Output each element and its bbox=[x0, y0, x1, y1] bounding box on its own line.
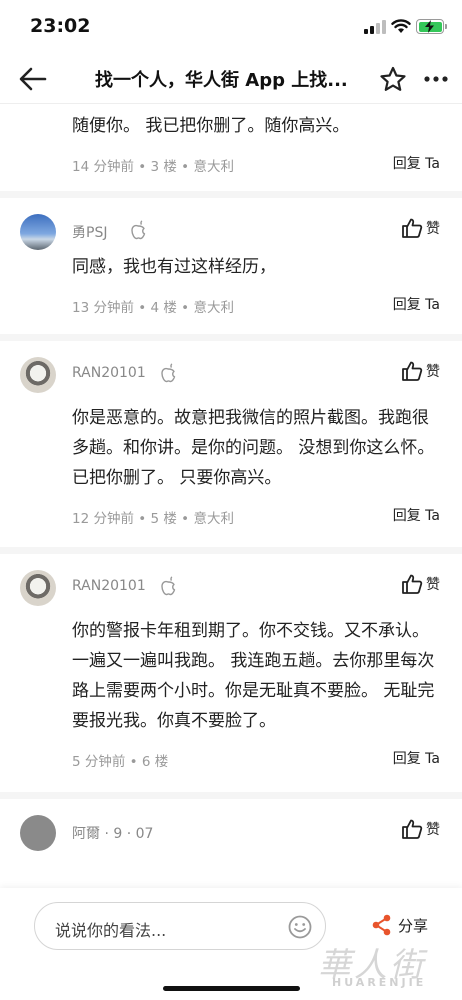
comment-input[interactable]: 说说你的看法... bbox=[34, 902, 326, 950]
like-label: 赞 bbox=[426, 577, 440, 593]
username[interactable]: RAN20101 bbox=[72, 365, 146, 381]
username[interactable]: 阿爾 · 9 · 07 bbox=[72, 823, 153, 843]
share-label: 分享 bbox=[398, 916, 429, 935]
reply-button[interactable]: 回复 Ta bbox=[393, 748, 440, 768]
like-button[interactable]: 赞 bbox=[401, 819, 440, 839]
comment-meta: 12 分钟前 • 5 楼 • 意大利 bbox=[72, 511, 234, 527]
comment-item: 勇PSJ 赞 同感，我也有过这样经历， 13 分钟前 • 4 楼 • 意大利 回… bbox=[0, 198, 462, 341]
apple-device-icon bbox=[161, 576, 176, 596]
share-button[interactable]: 分享 bbox=[372, 914, 428, 936]
comment-item: 随便你。 我已把你删了。随你高兴。 14 分钟前 • 3 楼 • 意大利 回复 … bbox=[0, 105, 462, 198]
avatar[interactable] bbox=[20, 570, 56, 606]
watermark-sub: HUARENJIE bbox=[332, 976, 427, 989]
more-options-icon[interactable] bbox=[422, 66, 450, 92]
avatar[interactable] bbox=[20, 815, 56, 851]
comment-meta: 13 分钟前 • 4 楼 • 意大利 bbox=[72, 300, 234, 316]
like-button[interactable]: 赞 bbox=[401, 574, 440, 594]
comment-text: 随便你。 我已把你删了。随你高兴。 bbox=[72, 116, 350, 136]
comment-item: 阿爾 · 9 · 07 赞 bbox=[0, 799, 462, 853]
comment-composer-bar: 说说你的看法... 分享 華人街 HUARENJIE bbox=[0, 888, 462, 1000]
apple-device-icon bbox=[161, 363, 176, 383]
charging-bolt-icon bbox=[425, 20, 434, 33]
username[interactable]: 勇PSJ bbox=[72, 222, 107, 242]
comment-text: 同感，我也有过这样经历， bbox=[72, 257, 276, 277]
status-bar: 23:02 bbox=[0, 0, 462, 54]
like-button[interactable]: 赞 bbox=[401, 218, 440, 238]
home-indicator[interactable] bbox=[163, 986, 300, 991]
like-label: 赞 bbox=[426, 822, 440, 838]
like-label: 赞 bbox=[426, 221, 440, 237]
battery-cap bbox=[445, 24, 447, 29]
like-label: 赞 bbox=[426, 364, 440, 380]
page-title: 找一个人，华人街 App 上找... bbox=[95, 70, 348, 91]
comment-meta: 5 分钟前 • 6 楼 bbox=[72, 754, 169, 770]
emoji-icon[interactable] bbox=[287, 914, 313, 940]
reply-button[interactable]: 回复 Ta bbox=[393, 294, 440, 314]
comment-text: 你是恶意的。故意把我微信的照片截图。我跑很多趟。和你讲。是你的问题。 没想到你这… bbox=[72, 408, 435, 488]
cellular-signal-icon bbox=[364, 20, 386, 34]
apple-device-icon bbox=[131, 220, 146, 240]
thumbs-up-icon bbox=[402, 361, 423, 381]
reply-button[interactable]: 回复 Ta bbox=[393, 505, 440, 525]
avatar[interactable] bbox=[20, 214, 56, 250]
watermark-logo: 華人街 HUARENJIE bbox=[318, 938, 448, 989]
navigation-bar: 找一个人，华人街 App 上找... bbox=[0, 54, 462, 104]
thumbs-up-icon bbox=[402, 574, 423, 594]
comment-feed: 随便你。 我已把你删了。随你高兴。 14 分钟前 • 3 楼 • 意大利 回复 … bbox=[0, 105, 462, 853]
comment-input-placeholder: 说说你的看法... bbox=[55, 921, 167, 940]
username[interactable]: RAN20101 bbox=[72, 578, 146, 594]
reply-button[interactable]: 回复 Ta bbox=[393, 153, 440, 173]
comment-meta: 14 分钟前 • 3 楼 • 意大利 bbox=[72, 159, 234, 175]
wifi-icon bbox=[391, 19, 411, 33]
like-button[interactable]: 赞 bbox=[401, 361, 440, 381]
status-time: 23:02 bbox=[30, 15, 91, 37]
comment-item: RAN20101 赞 你的警报卡年租到期了。你不交钱。又不承认。一遍又一遍叫我跑… bbox=[0, 554, 462, 799]
share-icon bbox=[372, 914, 391, 936]
thumbs-up-icon bbox=[402, 819, 423, 839]
avatar[interactable] bbox=[20, 357, 56, 393]
thumbs-up-icon bbox=[402, 218, 423, 238]
comment-text: 你的警报卡年租到期了。你不交钱。又不承认。一遍又一遍叫我跑。 我连跑五趟。去你那… bbox=[72, 621, 435, 731]
comment-item: RAN20101 赞 你是恶意的。故意把我微信的照片截图。我跑很多趟。和你讲。是… bbox=[0, 341, 462, 554]
back-arrow-icon[interactable] bbox=[18, 66, 48, 92]
favorite-star-icon[interactable] bbox=[379, 66, 407, 93]
